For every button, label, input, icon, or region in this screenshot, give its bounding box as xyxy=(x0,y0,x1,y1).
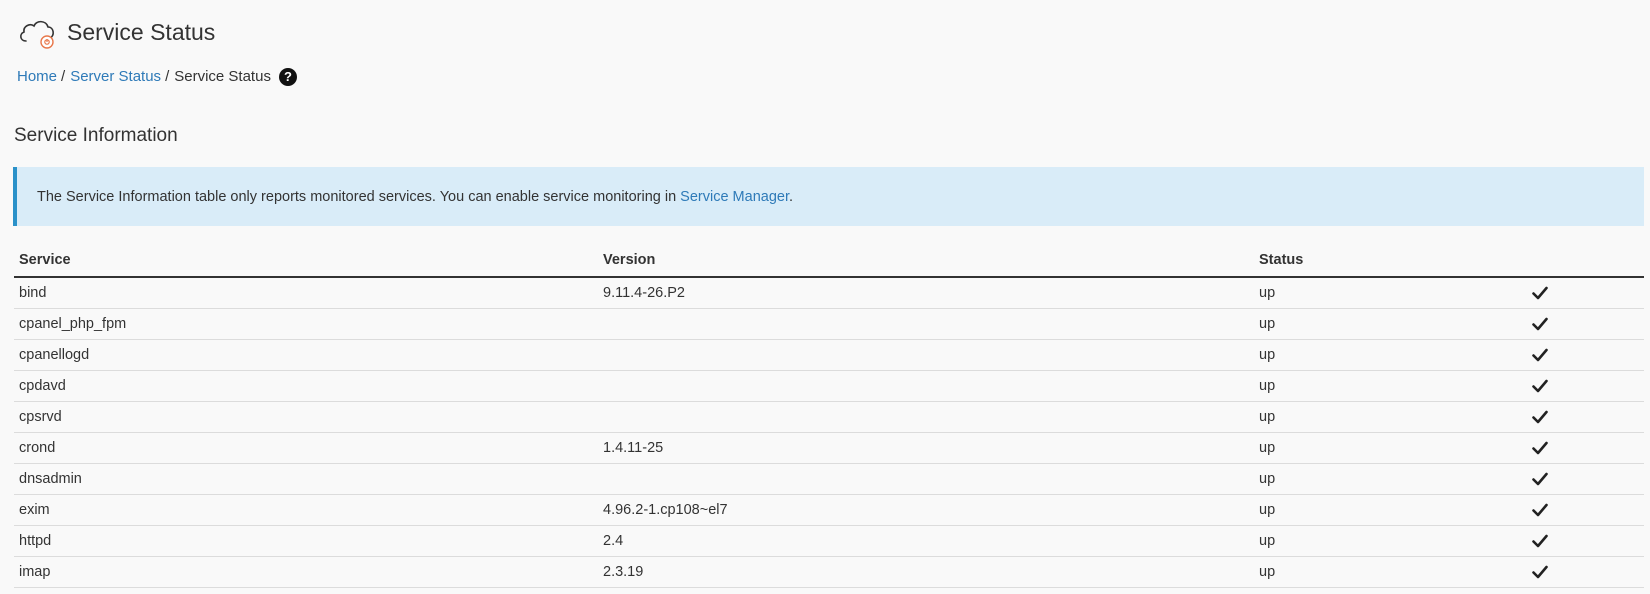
callout-text: The Service Information table only repor… xyxy=(37,189,793,205)
table-row: cpdavd up xyxy=(14,370,1644,402)
service-manager-link[interactable]: Service Manager xyxy=(680,189,789,205)
cell-version xyxy=(598,370,1254,402)
cell-status: up xyxy=(1254,432,1527,464)
cell-status: up xyxy=(1254,308,1527,340)
callout-suffix: . xyxy=(788,188,794,205)
cell-status-icon xyxy=(1527,432,1644,464)
cell-version xyxy=(598,463,1254,495)
cell-version: 2.4 xyxy=(598,525,1254,557)
breadcrumb-separator: / xyxy=(165,68,170,85)
cell-status-icon xyxy=(1527,339,1644,371)
cell-status: up xyxy=(1254,277,1527,309)
cell-version xyxy=(598,339,1254,371)
cell-status-icon xyxy=(1527,308,1644,340)
cell-service: imap xyxy=(14,556,598,588)
check-icon xyxy=(1532,286,1548,300)
cell-status: up xyxy=(1254,463,1527,495)
callout-message: The Service Information table only repor… xyxy=(37,188,681,205)
check-icon xyxy=(1532,534,1548,548)
cell-status-icon xyxy=(1527,463,1644,495)
column-header-status-icon xyxy=(1527,244,1644,278)
cell-status: up xyxy=(1254,556,1527,588)
cell-status: up xyxy=(1254,401,1527,433)
table-row: cpanellogd up xyxy=(14,339,1644,371)
cell-status-icon xyxy=(1527,401,1644,433)
service-table-container: Service Version Status bind 9.11.4-26.P2 u… xyxy=(14,244,1644,588)
cell-service: crond xyxy=(14,432,598,464)
check-icon xyxy=(1532,410,1548,424)
cell-status-icon xyxy=(1527,525,1644,557)
table-row: crond 1.4.11-25 up xyxy=(14,432,1644,464)
table-row: httpd 2.4 up xyxy=(14,525,1644,557)
cell-service: cpdavd xyxy=(14,370,598,402)
table-row: cpsrvd up xyxy=(14,401,1644,433)
breadcrumb-separator: / xyxy=(61,68,66,85)
page-title: Service Status xyxy=(67,19,216,45)
cell-status-icon xyxy=(1527,370,1644,402)
cell-status-icon xyxy=(1527,556,1644,588)
check-icon xyxy=(1532,379,1548,393)
check-icon xyxy=(1532,317,1548,331)
cell-status: up xyxy=(1254,494,1527,526)
service-information-table: Service Version Status bind 9.11.4-26.P2 u… xyxy=(14,244,1644,588)
cell-status-icon xyxy=(1527,494,1644,526)
table-row: imap 2.3.19 up xyxy=(14,556,1644,588)
cell-version: 2.3.19 xyxy=(598,556,1254,588)
column-header-status[interactable]: Status xyxy=(1254,244,1527,278)
breadcrumb-home-link[interactable]: Home xyxy=(17,67,57,87)
table-body: bind 9.11.4-26.P2 up cpanel_php_fpm up cpanel… xyxy=(14,277,1644,588)
service-status-page: Service Status Home / Server Status / Se… xyxy=(0,0,1650,594)
cell-service: cpanellogd xyxy=(14,339,598,371)
cell-service: bind xyxy=(14,277,598,309)
check-icon xyxy=(1532,565,1548,579)
info-callout: The Service Information table only repor… xyxy=(13,167,1644,226)
column-header-version[interactable]: Version xyxy=(598,244,1254,278)
table-row: bind 9.11.4-26.P2 up xyxy=(14,277,1644,309)
cell-version: 9.11.4-26.P2 xyxy=(598,277,1254,309)
breadcrumb: Home / Server Status / Service Status ? xyxy=(17,67,297,87)
cell-version xyxy=(598,401,1254,433)
table-row: exim 4.96.2-1.cp108~el7 up xyxy=(14,494,1644,526)
cell-version: 1.4.11-25 xyxy=(598,432,1254,464)
cell-service: cpsrvd xyxy=(14,401,598,433)
cell-status: up xyxy=(1254,525,1527,557)
cell-version xyxy=(598,308,1254,340)
table-header-row: Service Version Status xyxy=(14,244,1644,278)
question-circle-icon[interactable]: ? xyxy=(278,68,297,86)
breadcrumb-server-status-link[interactable]: Server Status xyxy=(70,67,161,87)
cell-service: cpanel_php_fpm xyxy=(14,308,598,340)
table-row: dnsadmin up xyxy=(14,463,1644,495)
cloud-gear-icon xyxy=(20,20,54,49)
cell-service: httpd xyxy=(14,525,598,557)
breadcrumb-current: Service Status xyxy=(174,68,271,85)
page-header: Service Status xyxy=(17,12,215,52)
check-icon xyxy=(1532,472,1548,486)
column-header-service[interactable]: Service xyxy=(14,244,598,278)
cell-status-icon xyxy=(1527,277,1644,309)
check-icon xyxy=(1532,348,1548,362)
cell-service: dnsadmin xyxy=(14,463,598,495)
table-row: cpanel_php_fpm up xyxy=(14,308,1644,340)
cell-status: up xyxy=(1254,370,1527,402)
check-icon xyxy=(1532,503,1548,517)
section-title: Service Information xyxy=(14,125,178,146)
cell-status: up xyxy=(1254,339,1527,371)
check-icon xyxy=(1532,441,1548,455)
cell-service: exim xyxy=(14,494,598,526)
cell-version: 4.96.2-1.cp108~el7 xyxy=(598,494,1254,526)
